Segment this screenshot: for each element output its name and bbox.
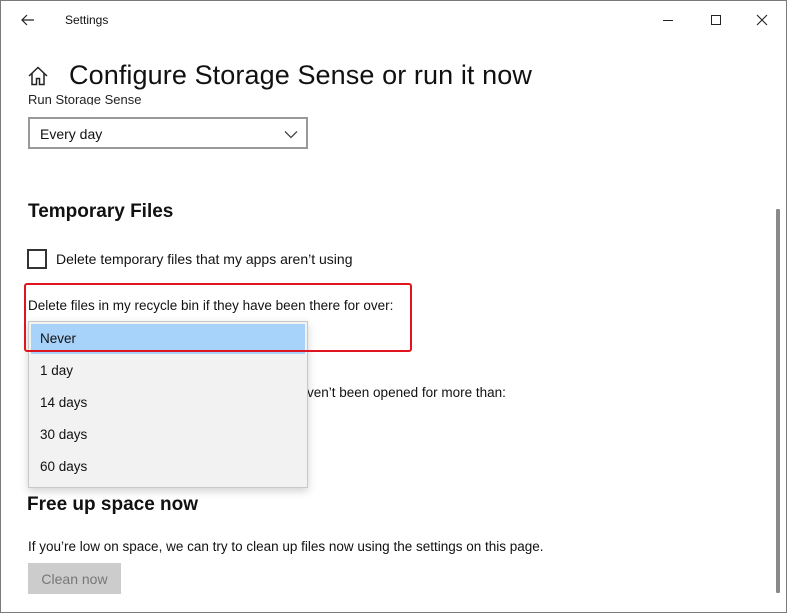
dropdown-option-1-day[interactable]: 1 day <box>29 356 307 386</box>
downloads-label-partial: ven’t been opened for more than: <box>307 385 506 400</box>
temporary-files-heading: Temporary Files <box>28 201 174 222</box>
close-button[interactable] <box>739 1 785 39</box>
home-icon <box>28 66 48 86</box>
home-button[interactable] <box>27 65 49 87</box>
run-storage-sense-combobox[interactable]: Every day <box>28 117 308 149</box>
recycle-bin-label: Delete files in my recycle bin if they h… <box>28 298 394 313</box>
minimize-button[interactable] <box>645 1 691 39</box>
minimize-icon <box>663 20 673 21</box>
run-storage-sense-label: Run Storage Sense <box>28 94 141 105</box>
maximize-button[interactable] <box>693 1 739 39</box>
delete-temp-files-checkbox[interactable] <box>27 249 47 269</box>
maximize-icon <box>711 15 721 25</box>
dropdown-option-14-days[interactable]: 14 days <box>29 388 307 418</box>
settings-window: Settings Configure Storage Sense or run … <box>0 0 787 613</box>
dropdown-option-never[interactable]: Never <box>31 324 305 354</box>
combobox-value: Every day <box>40 126 103 142</box>
free-up-space-description: If you’re low on space, we can try to cl… <box>28 539 544 554</box>
recycle-bin-dropdown-list: Never 1 day 14 days 30 days 60 days <box>28 321 308 488</box>
window-title: Settings <box>65 13 109 27</box>
run-storage-sense-label-text: Run Storage Sense <box>28 94 142 105</box>
clean-now-button[interactable]: Clean now <box>28 563 121 594</box>
back-button[interactable] <box>13 7 43 33</box>
dropdown-option-30-days[interactable]: 30 days <box>29 420 307 450</box>
page-title: Configure Storage Sense or run it now <box>69 60 532 90</box>
delete-temp-files-checkbox-row[interactable]: Delete temporary files that my apps aren… <box>27 248 352 270</box>
title-bar: Settings <box>1 1 786 39</box>
back-arrow-icon <box>21 14 34 26</box>
chevron-down-icon <box>284 131 298 139</box>
dropdown-option-60-days[interactable]: 60 days <box>29 452 307 482</box>
vertical-scrollbar[interactable] <box>776 209 780 593</box>
free-up-space-heading: Free up space now <box>27 494 199 515</box>
delete-temp-files-label: Delete temporary files that my apps aren… <box>56 251 353 267</box>
close-icon <box>756 14 768 26</box>
